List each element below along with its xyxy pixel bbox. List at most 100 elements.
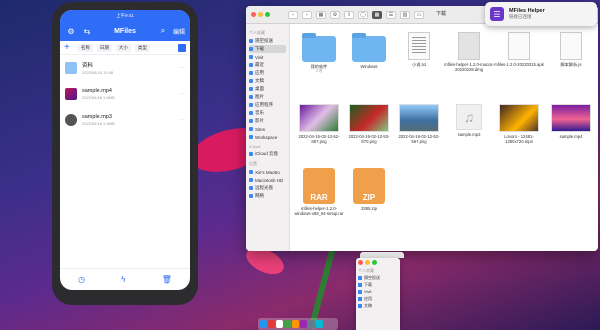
sidebar-item-icloud[interactable]: iCloud 云盘: [249, 150, 286, 158]
icon-view-button[interactable]: ▦: [372, 10, 382, 19]
sidebar-item[interactable]: 网络: [249, 192, 286, 200]
file-item[interactable]: Windows: [344, 33, 394, 69]
forward-button[interactable]: ›: [302, 10, 312, 19]
file-item[interactable]: 小说.txt: [394, 32, 444, 67]
sidebar-item[interactable]: 音乐: [249, 109, 286, 117]
sidebar-item[interactable]: 文稿: [249, 77, 286, 85]
window-controls: [251, 12, 270, 17]
file-item[interactable]: ♫ sample.mp3: [444, 104, 494, 137]
file-item[interactable]: 脚本解析.js: [546, 32, 596, 67]
zoom-button[interactable]: [372, 260, 377, 265]
back-button[interactable]: ‹: [288, 10, 298, 19]
finder-dock-icon[interactable]: [260, 320, 267, 328]
list-view-button[interactable]: ☰: [386, 10, 396, 19]
js-file-icon: [560, 32, 582, 60]
notification-banner[interactable]: ☰ MFiles Helper 链接已连接: [485, 2, 597, 26]
zoom-button[interactable]: [265, 12, 270, 17]
sidebar-item[interactable]: Workspace: [249, 133, 286, 141]
tag-button[interactable]: ◯: [358, 10, 368, 19]
app-dock-icon[interactable]: [276, 320, 283, 328]
add-button[interactable]: +: [64, 42, 70, 53]
image-thumbnail: [299, 104, 339, 132]
app-dock-icon[interactable]: [308, 320, 315, 328]
file-name: sample.mp3: [82, 114, 112, 120]
file-item[interactable]: RAR mfiles-helper-1.2.0-windows-x86_64-s…: [294, 168, 344, 216]
file-name: 资料: [82, 63, 94, 69]
sidebar-item[interactable]: Macintosh HD: [249, 176, 286, 184]
finder-file-grid: 我的软件 3 项 Windows 小说.txt mfiles-helper-1.2…: [294, 28, 596, 249]
sidebar-item[interactable]: Sites: [249, 125, 286, 133]
transfer-icon[interactable]: ⇆: [81, 27, 93, 36]
close-button[interactable]: [251, 12, 256, 17]
sort-type[interactable]: 类型: [134, 43, 150, 52]
more-icon[interactable]: ···: [179, 65, 185, 71]
file-item[interactable]: Lovoro - 12481-1280x720.mp4: [494, 104, 544, 144]
app-dock-icon[interactable]: [268, 320, 275, 328]
sort-date[interactable]: 日期: [96, 43, 112, 52]
file-item[interactable]: 2022-04-16-02-12-53-670.png: [344, 104, 394, 144]
sidebar-item[interactable]: Xie's MacBo: [249, 168, 286, 176]
sidebar-item[interactable]: 应用: [358, 295, 398, 302]
sidebar-item[interactable]: 隔空投送: [358, 274, 398, 281]
file-item[interactable]: mfiles-1.2.0-20220315.apk: [494, 32, 544, 67]
file-item[interactable]: sample.mp4: [546, 104, 596, 139]
more-icon[interactable]: ···: [179, 117, 185, 123]
action-button[interactable]: ⚙: [330, 10, 340, 19]
sidebar-item[interactable]: 应用: [249, 69, 286, 77]
sidebar-item[interactable]: Vivit: [358, 288, 398, 295]
finder-sidebar: 个人收藏 隔空投送 下载 Vivit 最近 应用 文稿 桌面 图片 应用程序 音…: [246, 24, 290, 251]
sidebar-item-downloads[interactable]: 下载: [249, 45, 286, 53]
sidebar-item[interactable]: Vivit: [249, 53, 286, 61]
text-file-icon: [408, 32, 430, 60]
bolt-icon[interactable]: ϟ: [121, 275, 125, 284]
file-item[interactable]: ZIP 3385.zip: [344, 168, 394, 211]
list-item[interactable]: sample.mp4 2022/04/16 1.6MB ···: [60, 81, 190, 107]
finder-window-2: 个人收藏 隔空投送 下载 Vivit 应用 文稿: [356, 258, 400, 330]
sort-size[interactable]: 大小: [115, 43, 131, 52]
minimize-button[interactable]: [365, 260, 370, 265]
gallery-view-button[interactable]: ▭: [414, 10, 424, 19]
file-item[interactable]: mfiles-helper-1.2.0-macos-20220228.dmg: [444, 32, 494, 72]
close-button[interactable]: [358, 260, 363, 265]
sidebar-item[interactable]: 文稿: [358, 302, 398, 309]
view-grid-button[interactable]: ▦: [316, 10, 326, 19]
zip-file-icon: ZIP: [353, 168, 385, 204]
phone-screen: 上午9:41 ⚙ ⇆ MFiles ⌕ 编辑 + 名称 日期 大小 类型 资料 …: [60, 10, 190, 290]
list-item[interactable]: 资料 2022/04/16 10:48 ···: [60, 55, 190, 81]
sidebar-item[interactable]: 下载: [358, 281, 398, 288]
grid-view-icon[interactable]: [178, 43, 186, 52]
clock-icon[interactable]: ◷: [78, 275, 85, 284]
sidebar-item[interactable]: 影片: [249, 117, 286, 125]
file-item[interactable]: 我的软件 3 项: [294, 33, 344, 74]
settings-icon[interactable]: ⚙: [65, 27, 77, 36]
minimize-button[interactable]: [258, 12, 263, 17]
column-view-button[interactable]: ▥: [400, 10, 410, 19]
sidebar-item[interactable]: 最近: [249, 61, 286, 69]
audio-icon: [65, 114, 77, 126]
image-thumbnail: [349, 104, 389, 132]
app-dock-icon[interactable]: [292, 320, 299, 328]
tab-bar: ◷ ϟ 🗑: [60, 268, 190, 290]
trash-icon[interactable]: 🗑: [162, 275, 172, 284]
more-icon[interactable]: ···: [179, 91, 185, 97]
file-item[interactable]: 2022-04-16-02-12-52-897.png: [294, 104, 344, 144]
sidebar-item[interactable]: 图片: [249, 93, 286, 101]
file-meta: 2022/04/16 1.6MB: [82, 95, 115, 100]
app-dock-icon[interactable]: [316, 320, 323, 328]
sidebar-item[interactable]: 隔空投送: [249, 37, 286, 45]
rar-file-icon: RAR: [303, 168, 335, 204]
app-dock-icon[interactable]: [284, 320, 291, 328]
edit-button[interactable]: 编辑: [173, 27, 185, 36]
app-dock-icon[interactable]: [300, 320, 307, 328]
sidebar-item[interactable]: 桌面: [249, 85, 286, 93]
file-item[interactable]: 2022-04-16-02-12-52-567.png: [394, 104, 444, 144]
dock: [258, 318, 338, 330]
search-icon[interactable]: ⌕: [157, 26, 169, 36]
video-thumbnail: [65, 88, 77, 100]
sort-name[interactable]: 名称: [77, 43, 93, 52]
sidebar-item[interactable]: 应用程序: [249, 101, 286, 109]
wallpaper-stem: [308, 240, 338, 330]
share-button[interactable]: ⇧: [344, 10, 354, 19]
sidebar-item[interactable]: 远程光盘: [249, 184, 286, 192]
list-item[interactable]: sample.mp3 2022/04/16 1.6MB ···: [60, 107, 190, 133]
